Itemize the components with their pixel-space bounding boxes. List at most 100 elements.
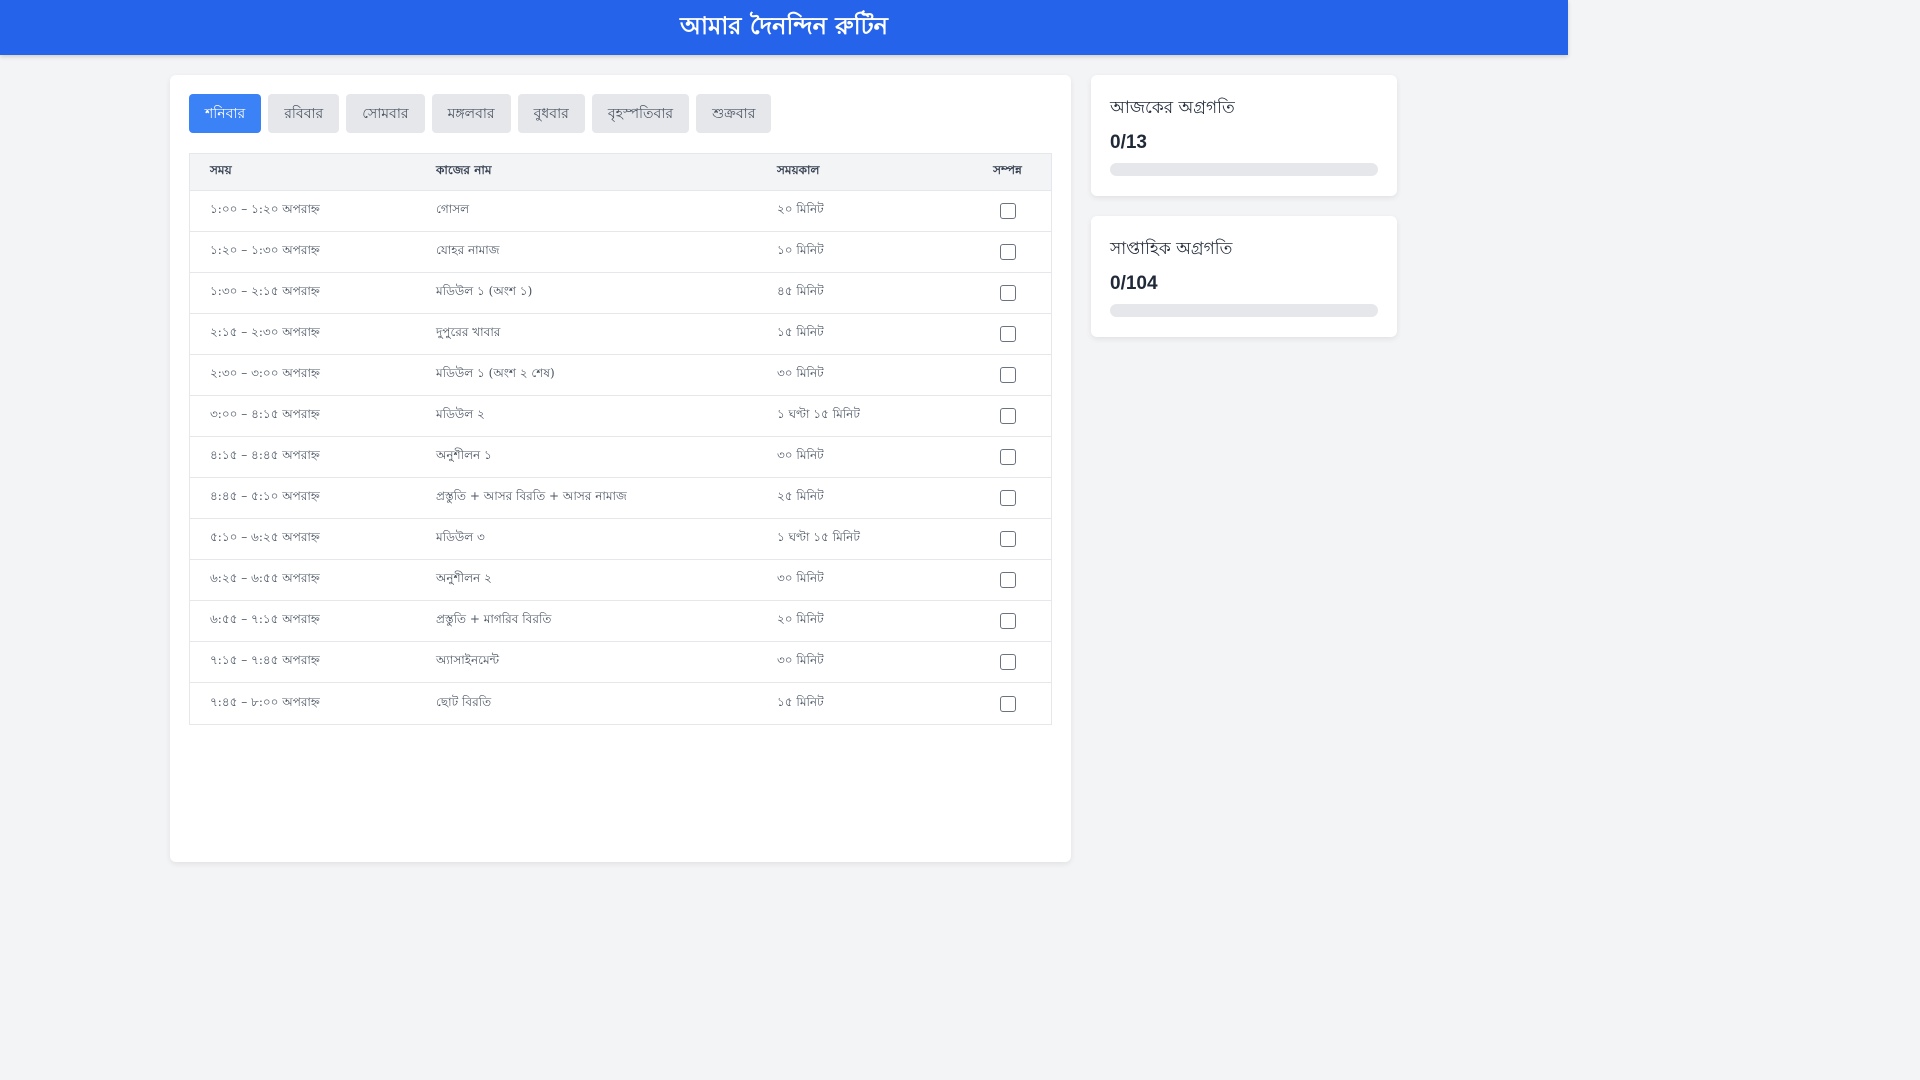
weekly-progress-title: সাপ্তাহিক অগ্রগতি <box>1110 239 1233 259</box>
row-duration: ১ ঘণ্টা ১৫ মিনিট <box>777 530 860 544</box>
row-done-cell <box>964 654 1051 670</box>
row-time: ৬:৫৫ – ৭:১৫ অপরাহ্ন <box>210 612 320 626</box>
row-done-cell <box>964 326 1051 342</box>
done-checkbox[interactable] <box>999 572 1016 588</box>
table-row: ১:২০ – ১:৩০ অপরাহ্ন যোহর নামাজ ১০ মিনিট <box>190 232 1051 273</box>
row-duration: ৩০ মিনিট <box>777 448 824 462</box>
row-duration: ১৫ মিনিট <box>777 694 824 709</box>
row-duration: ১০ মিনিট <box>777 243 824 257</box>
row-task: অনুশীলন ২ <box>436 571 492 585</box>
table-row: ১:৩০ – ২:১৫ অপরাহ্ন মডিউল ১ (অংশ ১) ৪৫ মিন… <box>190 273 1051 314</box>
done-checkbox[interactable] <box>999 695 1016 712</box>
row-time: ৩:০০ – ৪:১৫ অপরাহ্ন <box>210 407 320 421</box>
row-time: ৫:১০ – ৬:২৫ অপরাহ্ন <box>210 530 320 544</box>
row-time: ৭:৪৫ – ৮:০০ অপরাহ্ন <box>210 694 320 709</box>
row-task: মডিউল ১ (অংশ ১) <box>436 284 533 298</box>
tab-day-1[interactable]: রবিবার <box>268 94 340 133</box>
row-task: মডিউল ১ (অংশ ২ শেষ) <box>436 366 555 380</box>
app-header: আমার দৈনন্দিন রুটিন <box>0 0 1568 55</box>
today-progress-count: 0/13 <box>1110 132 1147 153</box>
row-done-cell <box>964 490 1051 506</box>
row-duration: ১ ঘণ্টা ১৫ মিনিট <box>777 407 860 421</box>
table-row: ৪:১৫ – ৪:৪৫ অপরাহ্ন অনুশীলন ১ ৩০ মিনিট <box>190 437 1051 478</box>
header-time: সময় <box>210 163 232 177</box>
row-task: গোসল <box>436 202 470 216</box>
table-row: ৬:২৫ – ৬:৫৫ অপরাহ্ন অনুশীলন ২ ৩০ মিনিট <box>190 560 1051 601</box>
table-row: ৬:৫৫ – ৭:১৫ অপরাহ্ন প্রস্তুতি + মাগরিব বি… <box>190 601 1051 642</box>
row-done-cell <box>964 695 1051 712</box>
tab-day-3[interactable]: মঙ্গলবার <box>431 94 511 133</box>
row-done-cell <box>964 613 1051 629</box>
done-checkbox[interactable] <box>999 613 1016 629</box>
row-time: ৪:৪৫ – ৫:১০ অপরাহ্ন <box>210 489 320 503</box>
row-time: ৭:১৫ – ৭:৪৫ অপরাহ্ন <box>210 653 320 667</box>
header-done: সম্পন্ন <box>993 163 1022 177</box>
row-task: প্রস্তুতি + মাগরিব বিরতি <box>436 612 552 626</box>
row-task: ছোট বিরতি <box>436 694 492 709</box>
row-duration: ১৫ মিনিট <box>777 325 824 339</box>
row-duration: ৩০ মিনিট <box>777 366 824 380</box>
row-time: ১:২০ – ১:৩০ অপরাহ্ন <box>210 243 320 257</box>
row-duration: ২০ মিনিট <box>777 612 824 626</box>
row-done-cell <box>964 449 1051 465</box>
row-task: যোহর নামাজ <box>436 243 500 257</box>
today-progress-title: আজকের অগ্রগতি <box>1110 98 1235 118</box>
row-done-cell <box>964 408 1051 424</box>
done-checkbox[interactable] <box>999 326 1016 342</box>
row-done-cell <box>964 203 1051 219</box>
row-done-cell <box>964 531 1051 547</box>
weekly-progress-count: 0/104 <box>1110 273 1158 294</box>
table-row: ৫:১০ – ৬:২৫ অপরাহ্ন মডিউল ৩ ১ ঘণ্টা ১৫ মিন… <box>190 519 1051 560</box>
tab-day-2[interactable]: সোমবার <box>346 94 425 133</box>
weekly-progress-bar <box>1110 304 1378 317</box>
table-row: ২:১৫ – ২:৩০ অপরাহ্ন দুপুরের খাবার ১৫ মিনিট <box>190 314 1051 355</box>
row-task: মডিউল ৩ <box>436 530 485 544</box>
tab-day-4[interactable]: বুধবার <box>517 94 585 133</box>
table-body: ১:০০ – ১:২০ অপরাহ্ন গোসল ২০ মিনিট ১:২০ – ১:… <box>190 191 1051 724</box>
row-done-cell <box>964 244 1051 260</box>
tab-day-0[interactable]: শনিবার <box>189 94 262 133</box>
row-time: ৬:২৫ – ৬:৫৫ অপরাহ্ন <box>210 571 320 585</box>
today-progress-bar <box>1110 163 1378 176</box>
routine-card: শনিবার রবিবার সোমবার মঙ্গলবার বুধবার বৃহস্পতি… <box>170 75 1071 862</box>
row-duration: ৩০ মিনিট <box>777 653 824 667</box>
done-checkbox[interactable] <box>999 531 1016 547</box>
row-duration: ৩০ মিনিট <box>777 571 824 585</box>
table-row: ৭:১৫ – ৭:৪৫ অপরাহ্ন অ্যাসাইনমেন্ট ৩০ মিনিট <box>190 642 1051 683</box>
table-row: ৩:০০ – ৪:১৫ অপরাহ্ন মডিউল ২ ১ ঘণ্টা ১৫ মিন… <box>190 396 1051 437</box>
row-time: ২:১৫ – ২:৩০ অপরাহ্ন <box>210 325 320 339</box>
weekly-progress-card: সাপ্তাহিক অগ্রগতি 0/104 <box>1091 216 1397 337</box>
row-task: অ্যাসাইনমেন্ট <box>436 653 500 667</box>
row-time: ২:৩০ – ৩:০০ অপরাহ্ন <box>210 366 320 380</box>
done-checkbox[interactable] <box>999 408 1016 424</box>
row-time: ১:০০ – ১:২০ অপরাহ্ন <box>210 202 320 216</box>
row-task: অনুশীলন ১ <box>436 448 492 462</box>
done-checkbox[interactable] <box>999 367 1016 383</box>
routine-table: সময় কাজের নাম সময়কাল সম্পন্ন ১:০০ – ১:… <box>189 153 1052 725</box>
table-row: ৭:৪৫ – ৮:০০ অপরাহ্ন ছোট বিরতি ১৫ মিনিট <box>190 683 1051 724</box>
done-checkbox[interactable] <box>999 285 1016 301</box>
row-done-cell <box>964 367 1051 383</box>
done-checkbox[interactable] <box>999 654 1016 670</box>
done-checkbox[interactable] <box>999 244 1016 260</box>
row-time: ১:৩০ – ২:১৫ অপরাহ্ন <box>210 284 320 298</box>
done-checkbox[interactable] <box>999 203 1016 219</box>
row-duration: ২৫ মিনিট <box>777 489 824 503</box>
row-duration: ৪৫ মিনিট <box>777 284 824 298</box>
row-done-cell <box>964 285 1051 301</box>
table-row: ৪:৪৫ – ৫:১০ অপরাহ্ন প্রস্তুতি + আসর বিরতি… <box>190 478 1051 519</box>
done-checkbox[interactable] <box>999 490 1016 506</box>
row-task: মডিউল ২ <box>436 407 485 421</box>
row-duration: ২০ মিনিট <box>777 202 824 216</box>
table-row: ২:৩০ – ৩:০০ অপরাহ্ন মডিউল ১ (অংশ ২ শেষ) ৩০… <box>190 355 1051 396</box>
tab-day-5[interactable]: বৃহস্পতিবার <box>591 94 690 133</box>
done-checkbox[interactable] <box>999 449 1016 465</box>
tab-day-6[interactable]: শুক্রবার <box>696 94 772 133</box>
page-title: আমার দৈনন্দিন রুটিন <box>680 10 888 40</box>
day-tabs: শনিবার রবিবার সোমবার মঙ্গলবার বুধবার বৃহস্পতি… <box>189 94 772 133</box>
table-row: ১:০০ – ১:২০ অপরাহ্ন গোসল ২০ মিনিট <box>190 191 1051 232</box>
row-task: প্রস্তুতি + আসর বিরতি + আসর নামাজ <box>436 489 627 503</box>
table-header: সময় কাজের নাম সময়কাল সম্পন্ন <box>190 154 1051 191</box>
row-task: দুপুরের খাবার <box>436 325 501 339</box>
row-done-cell <box>964 572 1051 588</box>
